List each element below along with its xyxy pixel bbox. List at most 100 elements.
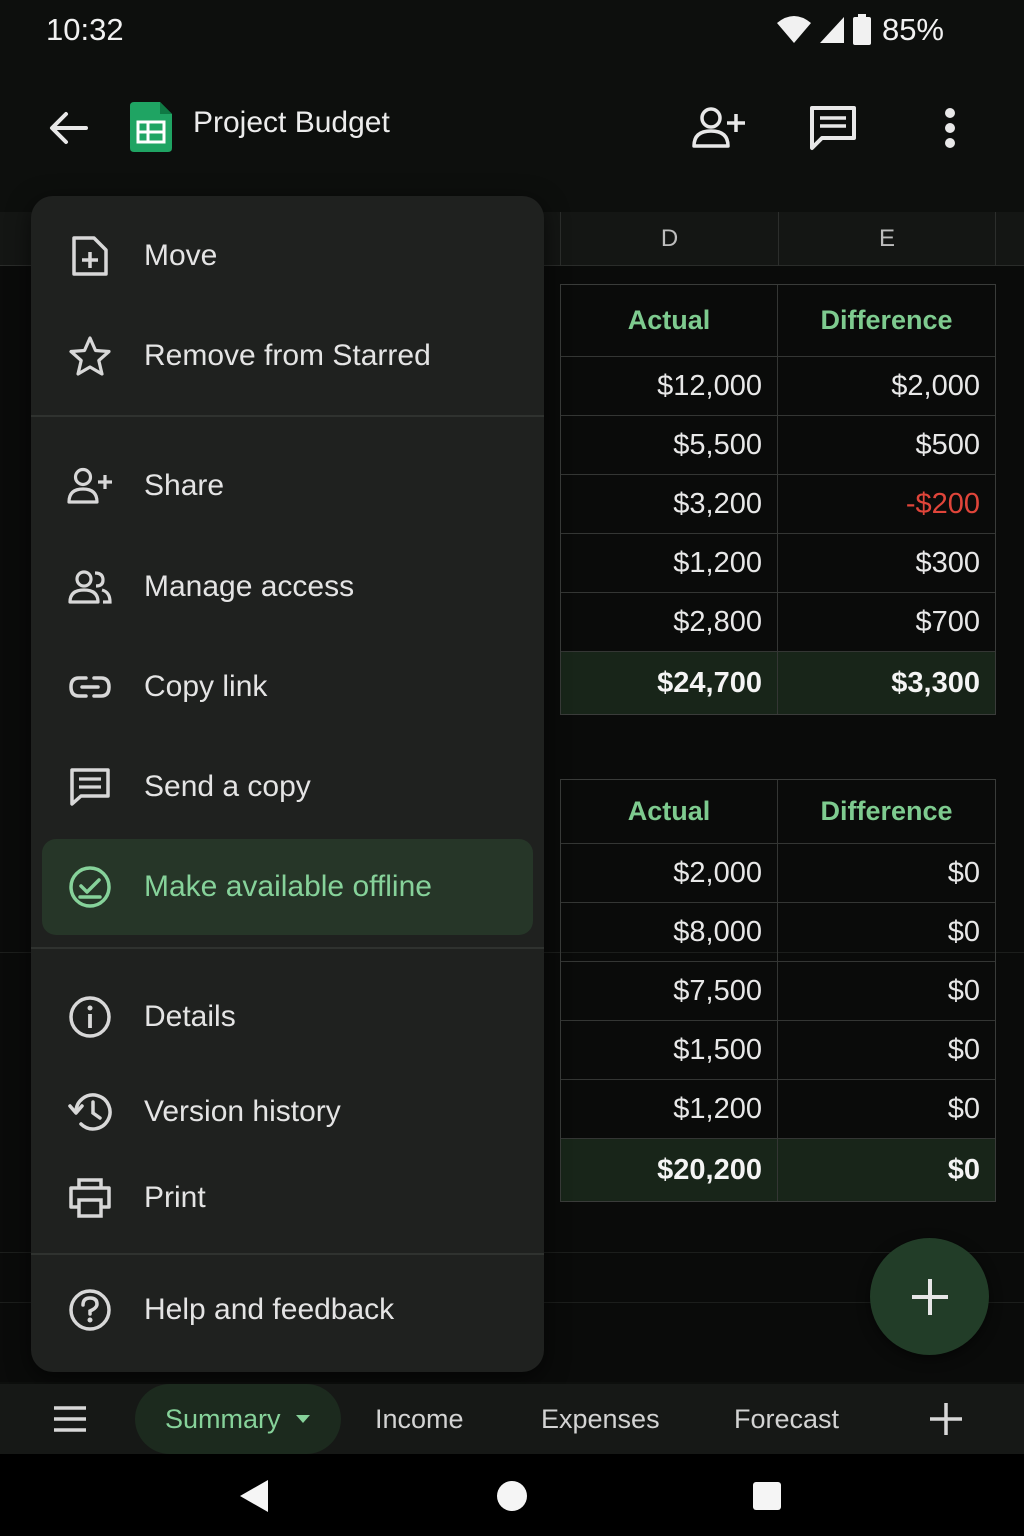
total-difference[interactable]: $3,300 (778, 652, 995, 714)
column-header-e[interactable]: E (778, 212, 996, 266)
status-icons: 85% (776, 12, 944, 48)
cell-signal-icon (819, 17, 844, 43)
tab-expenses[interactable]: Expenses (541, 1384, 660, 1454)
menu-item-label: Help and feedback (144, 1293, 395, 1326)
cell-difference[interactable]: $500 (778, 416, 995, 474)
cell-difference[interactable]: $0 (778, 962, 995, 1020)
menu-item-label: Copy link (144, 670, 268, 703)
menu-item-make-available-offline[interactable]: Make available offline (42, 839, 533, 935)
nav-back-button[interactable] (232, 1474, 276, 1518)
all-sheets-menu-icon[interactable] (50, 1401, 90, 1437)
move-icon (67, 233, 113, 279)
menu-item-move[interactable]: Move (31, 208, 544, 304)
plus-icon (911, 1278, 948, 1315)
menu-item-send-a-copy[interactable]: Send a copy (31, 739, 544, 835)
menu-item-manage-access[interactable]: Manage access (31, 539, 544, 635)
sheets-logo-icon (130, 102, 172, 152)
cell-actual[interactable]: $2,000 (561, 844, 778, 902)
header-difference[interactable]: Difference (778, 285, 995, 356)
table-row: $8,000 $0 (561, 903, 995, 962)
table-row: $12,000 $2,000 (561, 357, 995, 416)
system-nav-bar (0, 1454, 1024, 1536)
star-icon (67, 333, 113, 379)
menu-item-help-and-feedback[interactable]: Help and feedback (31, 1262, 544, 1358)
menu-divider (31, 1253, 544, 1255)
header-actual[interactable]: Actual (561, 780, 778, 843)
tab-income[interactable]: Income (375, 1384, 464, 1454)
column-header-d[interactable]: D (560, 212, 778, 266)
cell-difference[interactable]: $0 (778, 903, 995, 961)
table-total-row: $20,200 $0 (561, 1139, 995, 1201)
menu-item-print[interactable]: Print (31, 1150, 544, 1246)
table-row: $3,200 -$200 (561, 475, 995, 534)
table-row: $1,200 $0 (561, 1080, 995, 1139)
comment-icon (810, 106, 856, 150)
info-icon (67, 994, 113, 1040)
cell-difference[interactable]: $700 (778, 593, 995, 651)
back-button[interactable] (40, 100, 96, 156)
tab-forecast[interactable]: Forecast (734, 1384, 839, 1454)
tab-summary[interactable]: Summary (135, 1384, 341, 1454)
table-row: $7,500 $0 (561, 962, 995, 1021)
nav-recents-button[interactable] (745, 1474, 789, 1518)
total-actual[interactable]: $20,200 (561, 1139, 778, 1201)
menu-item-label: Make available offline (144, 870, 432, 903)
screen: 10:32 85% Project Budget D E Actual Diff… (0, 0, 1024, 1536)
add-sheet-icon[interactable] (928, 1401, 964, 1437)
cell-difference[interactable]: $2,000 (778, 357, 995, 415)
link-icon (67, 664, 113, 710)
total-difference[interactable]: $0 (778, 1139, 995, 1201)
cell-actual[interactable]: $8,000 (561, 903, 778, 961)
cell-actual[interactable]: $7,500 (561, 962, 778, 1020)
header-actual[interactable]: Actual (561, 285, 778, 356)
budget-table-1: Actual Difference $12,000 $2,000 $5,500 … (560, 284, 996, 715)
menu-item-label: Details (144, 1000, 236, 1033)
menu-item-share[interactable]: Share (31, 438, 544, 534)
menu-item-copy-link[interactable]: Copy link (31, 639, 544, 735)
table-row: $1,200 $300 (561, 534, 995, 593)
cell-difference[interactable]: $0 (778, 844, 995, 902)
cell-actual[interactable]: $1,500 (561, 1021, 778, 1079)
add-fab-button[interactable] (870, 1238, 989, 1355)
table-total-row: $24,700 $3,300 (561, 652, 995, 714)
menu-item-details[interactable]: Details (31, 969, 544, 1065)
menu-item-label: Remove from Starred (144, 339, 431, 372)
status-time: 10:32 (46, 12, 124, 47)
nav-home-button[interactable] (490, 1474, 534, 1518)
more-vert-icon (945, 108, 955, 148)
square-recents-icon (753, 1482, 781, 1510)
cell-actual[interactable]: $3,200 (561, 475, 778, 533)
table-header-row: Actual Difference (561, 780, 995, 844)
triangle-back-icon (240, 1480, 268, 1512)
cell-difference[interactable]: $0 (778, 1080, 995, 1138)
dropdown-arrow-icon (295, 1415, 310, 1423)
cell-actual[interactable]: $5,500 (561, 416, 778, 474)
cell-difference[interactable]: $300 (778, 534, 995, 592)
cell-difference[interactable]: -$200 (778, 475, 995, 533)
people-icon (67, 564, 113, 610)
menu-item-version-history[interactable]: Version history (31, 1064, 544, 1160)
status-bar: 10:32 85% (0, 0, 1024, 64)
arrow-back-icon (50, 112, 88, 144)
table-row: $2,800 $700 (561, 593, 995, 652)
cell-actual[interactable]: $2,800 (561, 593, 778, 651)
print-icon (67, 1175, 113, 1221)
table-row: $1,500 $0 (561, 1021, 995, 1080)
message-icon (67, 764, 113, 810)
cell-difference[interactable]: $0 (778, 1021, 995, 1079)
add-collaborator-button[interactable] (688, 98, 748, 158)
overflow-menu: Move Remove from Starred Share Manage ac… (31, 196, 544, 1372)
menu-item-label: Manage access (144, 570, 355, 603)
budget-table-2: Actual Difference $2,000 $0 $8,000 $0 $7… (560, 779, 996, 1202)
menu-item-remove-from-starred[interactable]: Remove from Starred (31, 308, 544, 404)
help-icon (67, 1287, 113, 1333)
cell-actual[interactable]: $12,000 (561, 357, 778, 415)
cell-actual[interactable]: $1,200 (561, 1080, 778, 1138)
total-actual[interactable]: $24,700 (561, 652, 778, 714)
header-difference[interactable]: Difference (778, 780, 995, 843)
more-options-button[interactable] (920, 98, 980, 158)
document-title: Project Budget (193, 106, 390, 139)
table-row: $2,000 $0 (561, 844, 995, 903)
comments-button[interactable] (803, 98, 863, 158)
cell-actual[interactable]: $1,200 (561, 534, 778, 592)
